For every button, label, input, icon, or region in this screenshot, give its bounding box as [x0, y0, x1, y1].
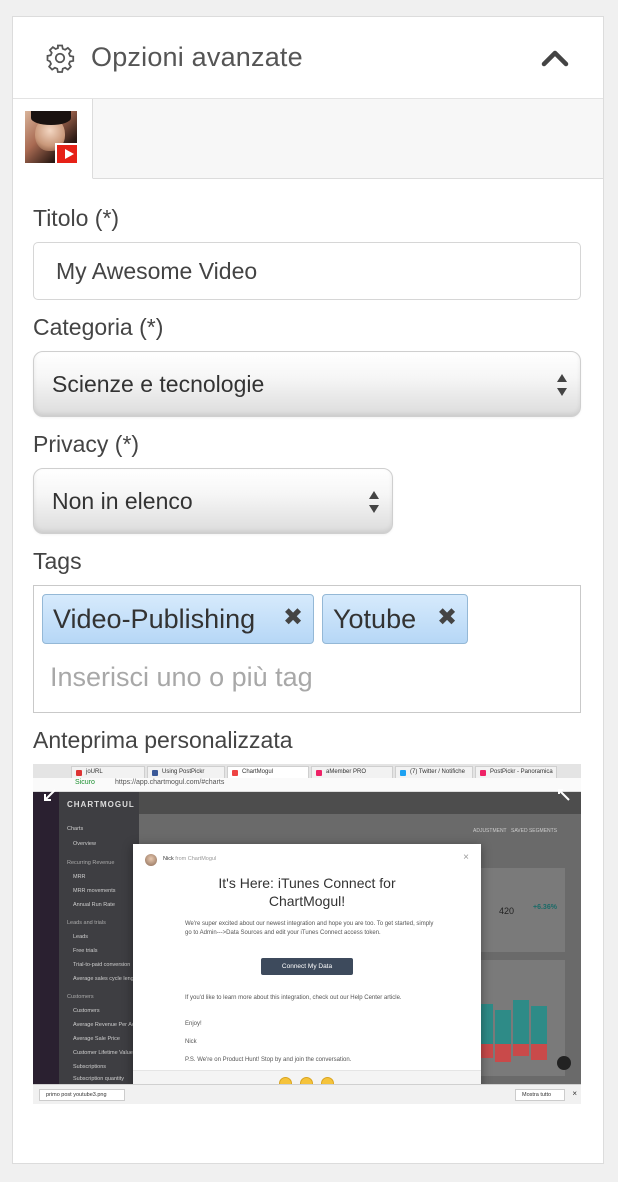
tag-chip-label: Yotube — [333, 603, 417, 634]
category-label: Categoria (*) — [33, 314, 164, 340]
title-input[interactable]: My Awesome Video — [33, 242, 581, 300]
privacy-label: Privacy (*) — [33, 431, 140, 457]
connect-data-button[interactable]: Connect My Data — [261, 958, 353, 975]
preview-label: Anteprima personalizzata — [33, 727, 293, 753]
tags-label: Tags — [33, 548, 82, 574]
browser-tab: (7) Twitter / Notifiche — [395, 766, 473, 778]
nav-item: MRR — [73, 874, 86, 880]
expand-arrow-icon — [44, 789, 56, 801]
nav-item: Overview — [73, 841, 96, 847]
nav-item: Customers — [73, 1008, 100, 1014]
nav-item: Average Sale Price — [73, 1036, 120, 1042]
secure-label: Sicuro — [75, 779, 95, 786]
app-brand: CHARTMOGUL — [67, 800, 135, 809]
browser-tab: ChartMogul — [227, 766, 309, 778]
close-icon: × — [572, 1089, 577, 1098]
app-stat-value: 420 — [499, 906, 515, 916]
announcement-modal: Nick from ChartMogul × It's Here: iTunes… — [133, 844, 481, 1094]
browser-tab: aMember PRO — [311, 766, 393, 778]
tag-chip: Video-Publishing ✖ — [42, 594, 314, 644]
nav-item: Subscriptions — [73, 1064, 107, 1070]
panel-header[interactable]: Opzioni avanzate — [13, 17, 603, 99]
gear-icon — [46, 44, 75, 73]
tag-chip: Yotube ✖ — [322, 594, 468, 644]
modal-paragraph: If you'd like to learn more about this i… — [185, 995, 402, 1001]
app-topbar-button: ADJUSTMENT — [473, 828, 507, 834]
modal-signature: Nick — [185, 1039, 197, 1045]
nav-item: Free trials — [73, 948, 98, 954]
nav-item: Leads and trials — [67, 920, 106, 926]
tags-input-placeholder[interactable]: Inserisci uno o più tag — [50, 662, 313, 693]
close-icon[interactable]: × — [463, 852, 469, 863]
nav-item: Recurring Revenue — [67, 860, 115, 866]
download-bar: primo post youtube3.png Mostra tutto × — [33, 1084, 581, 1104]
modal-paragraph: We're super excited about our newest int… — [185, 921, 434, 936]
tags-input-box[interactable]: Video-Publishing ✖ Yotube ✖ Inserisci un… — [33, 585, 581, 713]
category-select[interactable]: Scienze e tecnologie — [33, 351, 581, 417]
download-file: primo post youtube3.png — [39, 1089, 125, 1101]
video-form: Titolo (*) My Awesome Video Categoria (*… — [13, 179, 603, 1104]
youtube-channel-tab[interactable] — [13, 99, 93, 179]
app-topbar — [139, 792, 581, 814]
chat-icon — [557, 1056, 571, 1070]
select-arrows-icon — [369, 491, 379, 513]
sender-line: Nick from ChartMogul — [163, 856, 217, 862]
address-url: https://app.chartmogul.com/#charts — [115, 779, 225, 786]
app-screenshot: CHARTMOGUL Charts Overview Recurring Rev… — [33, 792, 581, 1094]
title-label: Titolo (*) — [33, 205, 120, 231]
app-icon-sidebar — [33, 792, 59, 1084]
nav-item: Subscription quantity — [73, 1076, 125, 1082]
remove-tag-icon[interactable]: ✖ — [283, 606, 303, 630]
nav-item: Customer Lifetime Value — [73, 1050, 133, 1056]
nav-item: Customers — [67, 994, 94, 1000]
privacy-selected-value: Non in elenco — [52, 487, 193, 514]
panel-title: Opzioni avanzate — [91, 42, 303, 72]
browser-tab: joURL — [71, 766, 145, 778]
remove-tag-icon[interactable]: ✖ — [437, 606, 457, 630]
channel-avatar — [25, 111, 77, 163]
browser-tab: Using PostPickr — [147, 766, 225, 778]
browser-tab-bar: joURL Using PostPickr ChartMogul aMember… — [33, 764, 581, 778]
privacy-select[interactable]: Non in elenco — [33, 468, 393, 534]
app-stat-change: +6.36% — [533, 904, 557, 911]
nav-item: Annual Run Rate — [73, 902, 115, 908]
youtube-icon — [55, 143, 77, 163]
modal-title: It's Here: iTunes Connect for ChartMogul… — [218, 875, 396, 909]
nav-item: Charts — [67, 826, 84, 832]
modal-ps: P.S. We're on Product Hunt! Stop by and … — [185, 1057, 352, 1063]
custom-thumbnail-preview[interactable]: joURL Using PostPickr ChartMogul aMember… — [33, 764, 581, 1104]
nav-item: Leads — [73, 934, 88, 940]
nav-item: Trial-to-paid conversion — [73, 962, 131, 968]
category-selected-value: Scienze e tecnologie — [52, 370, 265, 397]
nav-item: MRR movements — [73, 888, 116, 894]
tag-chip-label: Video-Publishing — [53, 603, 256, 634]
app-topbar-button: SAVED SEGMENTS — [511, 828, 558, 834]
expand-arrow-icon — [558, 789, 570, 801]
advanced-options-panel: Opzioni avanzate Titolo (*) My Awesome V… — [12, 16, 604, 1164]
browser-address-bar: Sicuro https://app.chartmogul.com/#chart… — [33, 778, 581, 792]
show-all-downloads: Mostra tutto — [515, 1089, 565, 1101]
nav-item: Average sales cycle leng — [73, 976, 134, 982]
modal-enjoy: Enjoy! — [185, 1021, 202, 1027]
sender-avatar — [145, 854, 157, 866]
select-arrows-icon — [557, 374, 567, 396]
browser-tab: PostPickr - Panoramica — [475, 766, 557, 778]
channel-tabs — [13, 99, 603, 179]
chevron-up-icon[interactable] — [541, 47, 569, 67]
nav-item: Average Revenue Per Ac — [73, 1022, 135, 1028]
